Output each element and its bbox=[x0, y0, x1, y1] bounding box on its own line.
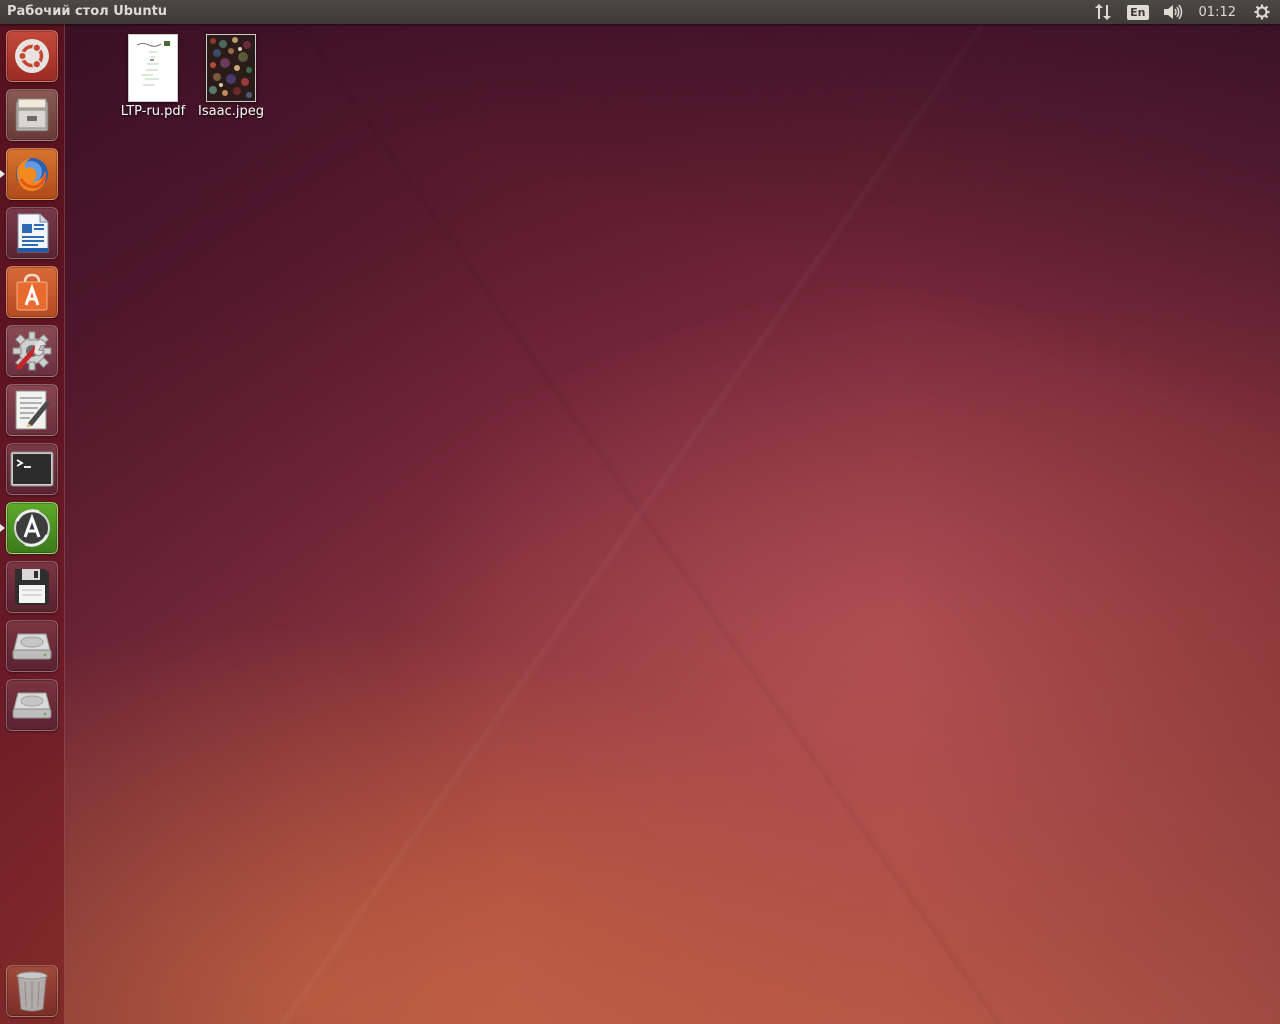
launcher-item-text-editor[interactable] bbox=[6, 384, 58, 436]
launcher-item-terminal[interactable] bbox=[6, 443, 58, 495]
keyboard-layout-label: En bbox=[1127, 4, 1149, 20]
launcher-item-libreoffice-writer[interactable] bbox=[6, 207, 58, 259]
keyboard-layout-indicator[interactable]: En bbox=[1121, 0, 1154, 24]
settings-wrench-gear-icon bbox=[10, 329, 54, 373]
image-thumbnail bbox=[206, 34, 256, 102]
ubuntu-logo-icon bbox=[14, 38, 50, 74]
launcher-item-hard-drive-1[interactable] bbox=[6, 620, 58, 672]
hard-drive-icon bbox=[10, 630, 54, 662]
launcher-item-trash[interactable] bbox=[6, 965, 58, 1017]
file-cabinet-icon bbox=[12, 95, 52, 135]
desktop-icon-label: LTP-ru.pdf bbox=[120, 104, 186, 119]
launcher-item-floppy-drive[interactable] bbox=[6, 561, 58, 613]
volume-icon[interactable] bbox=[1155, 0, 1191, 24]
desktop-icon-jpeg[interactable]: Isaac.jpeg bbox=[191, 34, 271, 119]
launcher bbox=[0, 24, 65, 1024]
launcher-item-software-updater[interactable] bbox=[6, 502, 58, 554]
system-gear-icon[interactable] bbox=[1244, 0, 1280, 24]
software-updater-icon bbox=[11, 507, 53, 549]
hard-drive-icon bbox=[10, 689, 54, 721]
launcher-item-ubuntu-software-center[interactable] bbox=[6, 266, 58, 318]
launcher-item-hard-drive-2[interactable] bbox=[6, 679, 58, 731]
terminal-icon bbox=[10, 450, 54, 488]
top-panel: Рабочий стол Ubuntu En 01:12 bbox=[0, 0, 1280, 24]
trash-icon bbox=[14, 969, 50, 1013]
network-transfer-icon[interactable] bbox=[1085, 0, 1121, 24]
launcher-item-system-settings[interactable] bbox=[6, 325, 58, 377]
indicator-area: En 01:12 bbox=[1085, 0, 1280, 24]
running-indicator bbox=[0, 170, 5, 178]
text-editor-icon bbox=[12, 389, 52, 431]
writer-document-icon bbox=[14, 212, 50, 254]
pdf-thumbnail bbox=[128, 34, 178, 102]
desktop-icon-pdf[interactable]: LTP-ru.pdf bbox=[113, 34, 193, 119]
window-title: Рабочий стол Ubuntu bbox=[7, 4, 168, 19]
desktop-icon-label: Isaac.jpeg bbox=[198, 104, 264, 119]
floppy-disk-icon bbox=[13, 567, 51, 607]
shopping-bag-icon bbox=[13, 272, 51, 312]
firefox-icon bbox=[11, 153, 53, 195]
launcher-item-firefox[interactable] bbox=[6, 148, 58, 200]
desktop-wallpaper bbox=[0, 0, 1280, 1024]
launcher-item-files[interactable] bbox=[6, 89, 58, 141]
launcher-item-dash-home[interactable] bbox=[6, 30, 58, 82]
running-indicator bbox=[0, 524, 5, 532]
clock[interactable]: 01:12 bbox=[1191, 0, 1244, 24]
